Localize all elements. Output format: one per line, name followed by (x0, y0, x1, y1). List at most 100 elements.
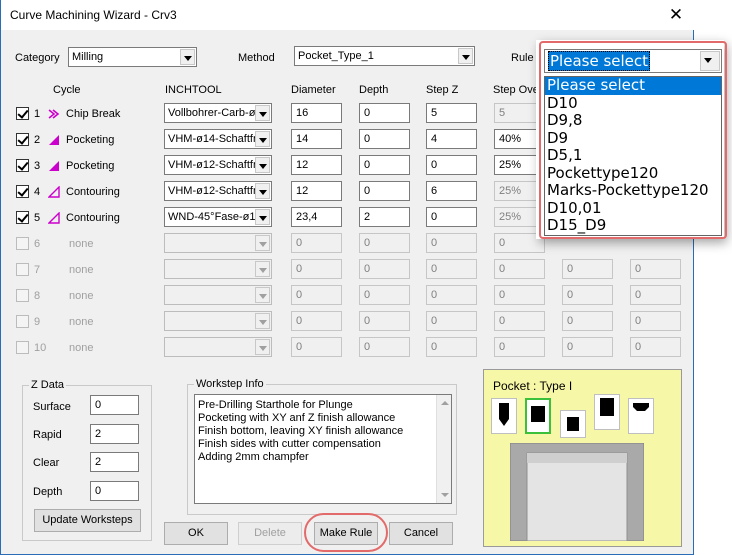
chevron-down-icon[interactable] (255, 339, 270, 355)
chevron-down-icon[interactable] (255, 157, 270, 173)
row-diameter-input[interactable]: 0 (291, 337, 342, 357)
row-checkbox[interactable] (16, 237, 29, 250)
chevron-down-icon[interactable] (458, 48, 473, 64)
row-stepz-input[interactable]: 0 (426, 259, 477, 279)
row-stepover-input[interactable]: 0 (494, 259, 545, 279)
workstep-textarea[interactable]: Pre-Drilling Starthole for Plunge Pocket… (194, 394, 452, 504)
row-stepz-input[interactable]: 6 (426, 181, 477, 201)
row-diameter-input[interactable]: 16 (291, 103, 342, 123)
workstep-line: Finish bottom, leaving XY finish allowan… (198, 425, 404, 437)
chevron-down-icon[interactable] (255, 235, 270, 251)
row-tool-select[interactable]: VHM-ø14-Schaftfr (164, 129, 272, 149)
row-extra-input-b[interactable]: 0 (630, 259, 681, 279)
row-tool-select[interactable]: VHM-ø12-Schaftfr (164, 155, 272, 175)
row-stepz-input[interactable]: 0 (426, 337, 477, 357)
scroll-down-icon[interactable] (441, 493, 449, 497)
row-tool-select[interactable] (164, 337, 272, 357)
row-stepz-input[interactable]: 4 (426, 129, 477, 149)
row-checkbox[interactable] (16, 185, 29, 198)
contouring-icon (48, 212, 60, 224)
row-depth-input[interactable]: 0 (359, 155, 410, 175)
row-diameter-input[interactable]: 0 (291, 259, 342, 279)
tool-flat-endmill-icon[interactable] (525, 398, 551, 434)
ok-button[interactable]: OK (164, 522, 228, 545)
chevron-down-icon[interactable] (255, 105, 270, 121)
row-diameter-input[interactable]: 0 (291, 233, 342, 253)
row-stepz-input[interactable]: 0 (426, 155, 477, 175)
chevron-down-icon[interactable] (180, 49, 195, 65)
row-stepz-input[interactable]: 5 (426, 103, 477, 123)
row-diameter-input[interactable]: 23,4 (291, 207, 342, 227)
row-stepover-input[interactable]: 0 (494, 285, 545, 305)
method-select[interactable]: Pocket_Type_1 (294, 46, 475, 66)
update-worksteps-button[interactable]: Update Worksteps (34, 509, 141, 532)
row-diameter-input[interactable]: 12 (291, 181, 342, 201)
chevron-down-icon[interactable] (255, 131, 270, 147)
row-diameter-input[interactable]: 12 (291, 155, 342, 175)
row-tool-select[interactable] (164, 311, 272, 331)
row-checkbox[interactable] (16, 107, 29, 120)
surface-label: Surface (33, 401, 71, 413)
tool-short-endmill-icon[interactable] (560, 410, 586, 438)
row-tool-select[interactable] (164, 285, 272, 305)
tool-long-endmill-icon[interactable] (594, 394, 620, 430)
workstep-scrollbar[interactable] (436, 395, 451, 503)
row-diameter-input[interactable]: 0 (291, 311, 342, 331)
row-tool-select[interactable] (164, 259, 272, 279)
row-stepz-input[interactable]: 0 (426, 311, 477, 331)
row-stepover-input[interactable]: 0 (494, 337, 545, 357)
row-depth-input[interactable]: 0 (359, 103, 410, 123)
row-extra-input-a[interactable]: 0 (562, 259, 613, 279)
row-checkbox[interactable] (16, 315, 29, 328)
zdepth-input[interactable]: 0 (90, 481, 139, 501)
chevron-down-icon[interactable] (255, 209, 270, 225)
row-depth-input[interactable]: 0 (359, 285, 410, 305)
rapid-input[interactable]: 2 (90, 424, 139, 444)
row-depth-input[interactable]: 2 (359, 207, 410, 227)
row-diameter-input[interactable]: 0 (291, 285, 342, 305)
clear-input[interactable]: 2 (90, 452, 139, 472)
row-stepover-input[interactable]: 0 (494, 311, 545, 331)
row-stepz-input[interactable]: 0 (426, 285, 477, 305)
row-tool-select[interactable]: VHM-ø12-Schaftfr (164, 181, 272, 201)
row-depth-input[interactable]: 0 (359, 233, 410, 253)
row-tool-select[interactable]: WND-45°Fase-ø1 (164, 207, 272, 227)
row-extra-input-b[interactable]: 0 (630, 285, 681, 305)
row-depth-input[interactable]: 0 (359, 311, 410, 331)
pocketing-icon (49, 161, 59, 171)
row-checkbox[interactable] (16, 159, 29, 172)
row-extra-input-a[interactable]: 0 (562, 285, 613, 305)
close-icon[interactable]: ✕ (663, 3, 689, 27)
row-depth-input[interactable]: 0 (359, 181, 410, 201)
row-number: 9 (34, 316, 41, 328)
tool-chamfer-icon[interactable] (628, 398, 654, 434)
row-depth-input[interactable]: 0 (359, 337, 410, 357)
workstep-line: Pre-Drilling Starthole for Plunge (198, 399, 353, 411)
cancel-button[interactable]: Cancel (389, 522, 453, 545)
scroll-up-icon[interactable] (441, 401, 449, 405)
row-checkbox[interactable] (16, 341, 29, 354)
row-extra-input-b[interactable]: 0 (630, 337, 681, 357)
row-depth-input[interactable]: 0 (359, 129, 410, 149)
row-extra-input-a[interactable]: 0 (562, 311, 613, 331)
row-tool-select[interactable]: Vollbohrer-Carb-ø (164, 103, 272, 123)
row-tool-select[interactable] (164, 233, 272, 253)
chevron-down-icon[interactable] (255, 183, 270, 199)
row-checkbox[interactable] (16, 133, 29, 146)
row-checkbox[interactable] (16, 263, 29, 276)
row-stepz-input[interactable]: 0 (426, 207, 477, 227)
chevron-down-icon[interactable] (255, 287, 270, 303)
row-checkbox[interactable] (16, 211, 29, 224)
surface-input[interactable]: 0 (90, 395, 139, 415)
row-diameter-input[interactable]: 14 (291, 129, 342, 149)
row-stepz-input[interactable]: 0 (426, 233, 477, 253)
row-extra-input-a[interactable]: 0 (562, 337, 613, 357)
chevron-down-icon[interactable] (255, 261, 270, 277)
row-extra-input-b[interactable]: 0 (630, 311, 681, 331)
delete-button[interactable]: Delete (238, 522, 302, 545)
category-select[interactable]: Milling (68, 47, 197, 67)
row-checkbox[interactable] (16, 289, 29, 302)
row-depth-input[interactable]: 0 (359, 259, 410, 279)
tool-drill-icon[interactable] (491, 398, 517, 434)
chevron-down-icon[interactable] (255, 313, 270, 329)
